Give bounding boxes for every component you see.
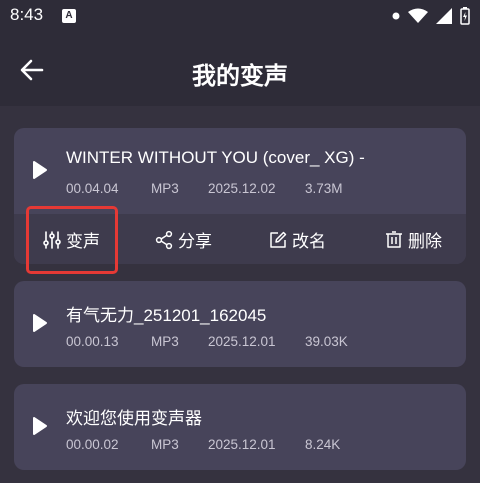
signal-dot-icon [392, 12, 400, 20]
voice-change-label: 变声 [66, 232, 100, 251]
recording-format: MP3 [151, 437, 179, 452]
recording-card[interactable]: 欢迎您使用变声器 00.00.02 MP3 2025.12.01 8.24K [14, 384, 466, 470]
recording-list: WINTER WITHOUT YOU (cover_ XG) - 00.04.0… [14, 128, 466, 483]
play-icon[interactable] [32, 160, 48, 180]
recording-size: 3.73M [305, 181, 343, 196]
notification-app-icon: A [62, 9, 76, 23]
play-icon[interactable] [32, 416, 48, 436]
recording-card[interactable]: WINTER WITHOUT YOU (cover_ XG) - 00.04.0… [14, 128, 466, 264]
wifi-icon [408, 8, 428, 23]
recording-duration: 00.00.13 [66, 334, 119, 349]
page-title: 我的变声 [192, 63, 288, 90]
recording-card-main[interactable]: 有气无力_251201_162045 00.00.13 MP3 2025.12.… [14, 281, 466, 367]
share-label: 分享 [178, 232, 212, 251]
play-icon[interactable] [32, 313, 48, 333]
rename-label: 改名 [292, 232, 326, 251]
recording-actions-bar: 变声 分享 改名 删除 [14, 214, 466, 264]
cell-signal-icon [436, 8, 452, 24]
sliders-icon [43, 230, 61, 249]
recording-format: MP3 [151, 334, 179, 349]
status-time: 8:43 [10, 5, 44, 24]
recording-card-main[interactable]: 欢迎您使用变声器 00.00.02 MP3 2025.12.01 8.24K [14, 384, 466, 470]
share-icon [155, 230, 173, 249]
app-header: 我的变声 [0, 34, 480, 106]
recording-duration: 00.00.02 [66, 437, 119, 452]
rename-button[interactable]: 改名 [268, 227, 326, 252]
recording-size: 39.03K [305, 334, 348, 349]
recording-size: 8.24K [305, 437, 341, 452]
status-bar: 8:43 A [0, 0, 480, 34]
delete-button[interactable]: 删除 [384, 227, 442, 252]
delete-label: 删除 [408, 232, 442, 251]
recording-card[interactable]: 有气无力_251201_162045 00.00.13 MP3 2025.12.… [14, 281, 466, 367]
recording-name: 欢迎您使用变声器 [66, 409, 202, 428]
status-icons [392, 7, 470, 25]
recording-card-main[interactable]: WINTER WITHOUT YOU (cover_ XG) - 00.04.0… [14, 128, 466, 214]
recording-date: 2025.12.02 [208, 181, 276, 196]
voice-change-button[interactable]: 变声 [42, 227, 100, 252]
recording-date: 2025.12.01 [208, 437, 276, 452]
share-button[interactable]: 分享 [154, 227, 212, 252]
recording-name: 有气无力_251201_162045 [66, 306, 267, 325]
recording-date: 2025.12.01 [208, 334, 276, 349]
recording-format: MP3 [151, 181, 179, 196]
edit-icon [270, 231, 287, 248]
trash-icon [386, 230, 402, 248]
recording-duration: 00.04.04 [66, 181, 119, 196]
recording-name: WINTER WITHOUT YOU (cover_ XG) - [66, 148, 365, 167]
battery-icon [460, 7, 470, 25]
